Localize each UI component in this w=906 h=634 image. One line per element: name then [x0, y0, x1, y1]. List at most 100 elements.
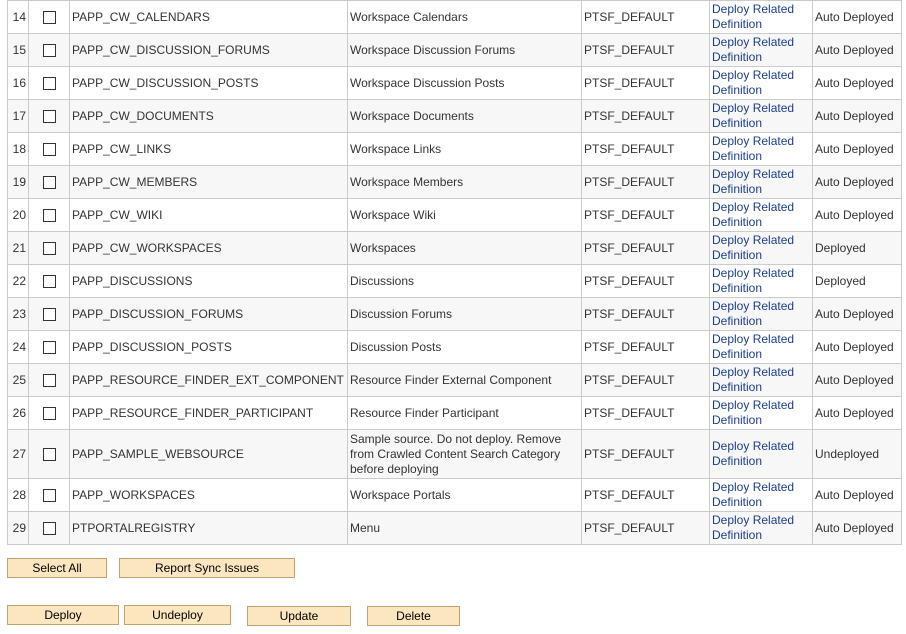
checkbox-box[interactable] [42, 340, 56, 354]
definition-description: Discussion Forums [347, 297, 582, 331]
deploy-related-cell[interactable]: Deploy Related Definition [709, 396, 813, 430]
row-select-checkbox[interactable] [28, 429, 70, 479]
deploy-related-definition-link[interactable]: Deploy Related Definition [712, 35, 794, 64]
checkbox-box[interactable] [42, 76, 56, 90]
row-select-checkbox[interactable] [28, 33, 70, 67]
deploy-related-definition-link[interactable]: Deploy Related Definition [712, 480, 794, 509]
table-row: 20 PAPP_CW_WIKI Workspace Wiki PTSF_DEFAULT… [7, 198, 902, 232]
deploy-related-definition-link[interactable]: Deploy Related Definition [712, 398, 794, 427]
deploy-related-cell[interactable]: Deploy Related Definition [709, 198, 813, 232]
update-button[interactable]: Update [247, 606, 351, 626]
row-select-checkbox[interactable] [28, 198, 70, 232]
undeploy-button[interactable]: Undeploy [124, 605, 231, 625]
deploy-related-definition-link[interactable]: Deploy Related Definition [712, 200, 794, 229]
deploy-related-cell[interactable]: Deploy Related Definition [709, 264, 813, 298]
deploy-status: Auto Deployed [812, 511, 902, 545]
deploy-related-cell[interactable]: Deploy Related Definition [709, 33, 813, 67]
checkbox-box[interactable] [42, 175, 56, 189]
checkbox-box[interactable] [42, 521, 56, 535]
checkbox-box[interactable] [42, 10, 56, 24]
deploy-related-definition-link[interactable]: Deploy Related Definition [712, 233, 794, 262]
definition-name: PAPP_RESOURCE_FINDER_PARTICIPANT [69, 396, 348, 430]
row-number: 26 [7, 396, 29, 430]
row-select-checkbox[interactable] [28, 511, 70, 545]
row-select-checkbox[interactable] [28, 0, 70, 34]
deploy-related-definition-link[interactable]: Deploy Related Definition [712, 68, 794, 97]
select-all-button[interactable]: Select All [7, 558, 107, 578]
table-row: 21 PAPP_CW_WORKSPACES Workspaces PTSF_DEFAU… [7, 231, 902, 265]
deploy-related-cell[interactable]: Deploy Related Definition [709, 330, 813, 364]
row-select-checkbox[interactable] [28, 363, 70, 397]
deploy-related-definition-link[interactable]: Deploy Related Definition [712, 439, 794, 468]
definition-name: PAPP_CW_DISCUSSION_FORUMS [69, 33, 348, 67]
row-number: 23 [7, 297, 29, 331]
search-node: PTSF_DEFAULT [581, 231, 710, 265]
row-number: 28 [7, 478, 29, 512]
checkbox-box[interactable] [42, 447, 56, 461]
deploy-related-cell[interactable]: Deploy Related Definition [709, 165, 813, 199]
definition-name: PAPP_DISCUSSIONS [69, 264, 348, 298]
row-select-checkbox[interactable] [28, 165, 70, 199]
search-node: PTSF_DEFAULT [581, 165, 710, 199]
deploy-status: Auto Deployed [812, 99, 902, 133]
deploy-related-definition-link[interactable]: Deploy Related Definition [712, 266, 794, 295]
checkbox-box[interactable] [42, 109, 56, 123]
checkbox-box[interactable] [42, 142, 56, 156]
definition-description: Discussion Posts [347, 330, 582, 364]
deploy-button[interactable]: Deploy [7, 605, 119, 625]
row-number: 27 [7, 429, 29, 479]
row-select-checkbox[interactable] [28, 99, 70, 133]
checkbox-box[interactable] [42, 307, 56, 321]
checkbox-box[interactable] [42, 373, 56, 387]
checkbox-box[interactable] [42, 488, 56, 502]
deploy-related-cell[interactable]: Deploy Related Definition [709, 231, 813, 265]
search-node: PTSF_DEFAULT [581, 330, 710, 364]
row-number: 22 [7, 264, 29, 298]
deploy-related-cell[interactable]: Deploy Related Definition [709, 0, 813, 34]
checkbox-box[interactable] [42, 406, 56, 420]
deploy-related-definition-link[interactable]: Deploy Related Definition [712, 332, 794, 361]
deploy-related-cell[interactable]: Deploy Related Definition [709, 478, 813, 512]
deploy-status: Auto Deployed [812, 363, 902, 397]
row-select-checkbox[interactable] [28, 478, 70, 512]
definition-name: PAPP_CW_WIKI [69, 198, 348, 232]
row-select-checkbox[interactable] [28, 396, 70, 430]
row-select-checkbox[interactable] [28, 264, 70, 298]
deploy-related-cell[interactable]: Deploy Related Definition [709, 297, 813, 331]
deploy-related-definition-link[interactable]: Deploy Related Definition [712, 101, 794, 130]
search-node: PTSF_DEFAULT [581, 99, 710, 133]
deploy-related-cell[interactable]: Deploy Related Definition [709, 429, 813, 479]
deploy-related-definition-link[interactable]: Deploy Related Definition [712, 365, 794, 394]
row-select-checkbox[interactable] [28, 132, 70, 166]
table-row: 16 PAPP_CW_DISCUSSION_POSTS Workspace Disc… [7, 66, 902, 100]
search-node: PTSF_DEFAULT [581, 132, 710, 166]
row-select-checkbox[interactable] [28, 330, 70, 364]
deploy-related-cell[interactable]: Deploy Related Definition [709, 363, 813, 397]
delete-button[interactable]: Delete [367, 606, 460, 626]
deploy-related-definition-link[interactable]: Deploy Related Definition [712, 134, 794, 163]
row-select-checkbox[interactable] [28, 231, 70, 265]
row-number: 21 [7, 231, 29, 265]
checkbox-box[interactable] [42, 208, 56, 222]
row-number: 20 [7, 198, 29, 232]
checkbox-box[interactable] [42, 274, 56, 288]
row-number: 14 [7, 0, 29, 34]
deploy-related-definition-link[interactable]: Deploy Related Definition [712, 167, 794, 196]
definition-description: Workspace Members [347, 165, 582, 199]
checkbox-box[interactable] [42, 43, 56, 57]
deploy-related-cell[interactable]: Deploy Related Definition [709, 66, 813, 100]
deploy-related-cell[interactable]: Deploy Related Definition [709, 99, 813, 133]
checkbox-box[interactable] [42, 241, 56, 255]
search-node: PTSF_DEFAULT [581, 478, 710, 512]
deploy-related-definition-link[interactable]: Deploy Related Definition [712, 513, 794, 542]
definition-description: Workspace Portals [347, 478, 582, 512]
report-sync-issues-button[interactable]: Report Sync Issues [119, 558, 295, 578]
deploy-related-definition-link[interactable]: Deploy Related Definition [712, 299, 794, 328]
row-number: 15 [7, 33, 29, 67]
definition-name: PAPP_CW_MEMBERS [69, 165, 348, 199]
deploy-related-cell[interactable]: Deploy Related Definition [709, 511, 813, 545]
row-select-checkbox[interactable] [28, 297, 70, 331]
deploy-related-cell[interactable]: Deploy Related Definition [709, 132, 813, 166]
row-select-checkbox[interactable] [28, 66, 70, 100]
deploy-related-definition-link[interactable]: Deploy Related Definition [712, 2, 794, 31]
